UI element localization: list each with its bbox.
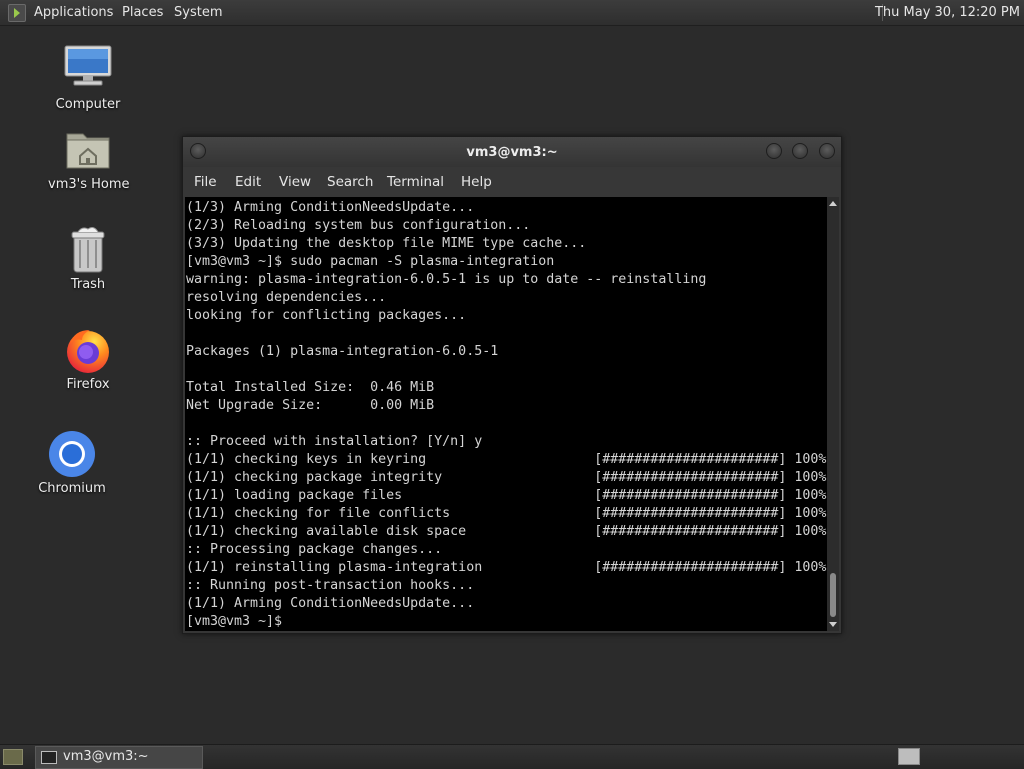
menu-edit[interactable]: Edit	[235, 167, 261, 197]
desktop-icon-label: Chromium	[38, 481, 106, 496]
system-menu[interactable]: System	[169, 0, 227, 25]
places-menu[interactable]: Places	[117, 0, 168, 25]
menu-search[interactable]: Search	[327, 167, 373, 197]
terminal-output-area[interactable]: (1/3) Arming ConditionNeedsUpdate... (2/…	[185, 197, 827, 631]
menu-file[interactable]: File	[194, 167, 217, 197]
trash-icon	[71, 227, 105, 273]
menu-logo-icon[interactable]	[8, 4, 26, 22]
workspace-switcher[interactable]	[898, 748, 920, 765]
desktop-icon-label: vm3's Home	[48, 177, 130, 192]
desktop-icon-label: Firefox	[66, 377, 110, 392]
chromium-icon	[49, 431, 95, 477]
terminal-menubar: File Edit View Search Terminal Help	[183, 167, 841, 197]
terminal-icon	[41, 751, 57, 764]
window-titlebar[interactable]: vm3@vm3:~	[183, 137, 841, 167]
firefox-icon	[67, 330, 109, 373]
desktop-icon-label: Trash	[70, 277, 106, 292]
taskbar-item-label: vm3@vm3:~	[63, 749, 149, 764]
taskbar-item-terminal[interactable]: vm3@vm3:~	[35, 746, 203, 769]
desktop-icon-trash[interactable]: Trash	[48, 226, 128, 298]
desktop-icon-home[interactable]: vm3's Home	[48, 126, 130, 198]
terminal-scrollbar[interactable]	[827, 197, 839, 631]
scrollbar-thumb[interactable]	[830, 573, 836, 617]
scroll-down-arrow-icon[interactable]	[829, 622, 837, 627]
clock[interactable]: Thu May 30, 12:20 PM	[875, 0, 1020, 25]
desktop-icon-label: Computer	[55, 97, 121, 112]
terminal-output: (1/3) Arming ConditionNeedsUpdate... (2/…	[186, 200, 827, 629]
menu-terminal[interactable]: Terminal	[387, 167, 444, 197]
applications-menu[interactable]: Applications	[29, 0, 118, 25]
minimize-button[interactable]	[766, 143, 782, 159]
bottom-panel: vm3@vm3:~	[0, 744, 1024, 769]
computer-icon	[64, 45, 112, 86]
close-button[interactable]	[819, 143, 835, 159]
desktop-icon-firefox[interactable]: Firefox	[48, 326, 128, 398]
menu-view[interactable]: View	[279, 167, 311, 197]
maximize-button[interactable]	[792, 143, 808, 159]
desktop-icon-chromium[interactable]: Chromium	[32, 430, 112, 502]
top-panel: Applications Places System Thu May 30, 1…	[0, 0, 1024, 26]
desktop-icon-computer[interactable]: Computer	[48, 44, 128, 116]
terminal-window: vm3@vm3:~ File Edit View Search Terminal…	[182, 136, 842, 634]
show-desktop-icon[interactable]	[3, 749, 23, 765]
menu-help[interactable]: Help	[461, 167, 492, 197]
home-folder-icon	[66, 133, 110, 169]
scroll-up-arrow-icon[interactable]	[829, 201, 837, 206]
window-title: vm3@vm3:~	[466, 145, 558, 160]
